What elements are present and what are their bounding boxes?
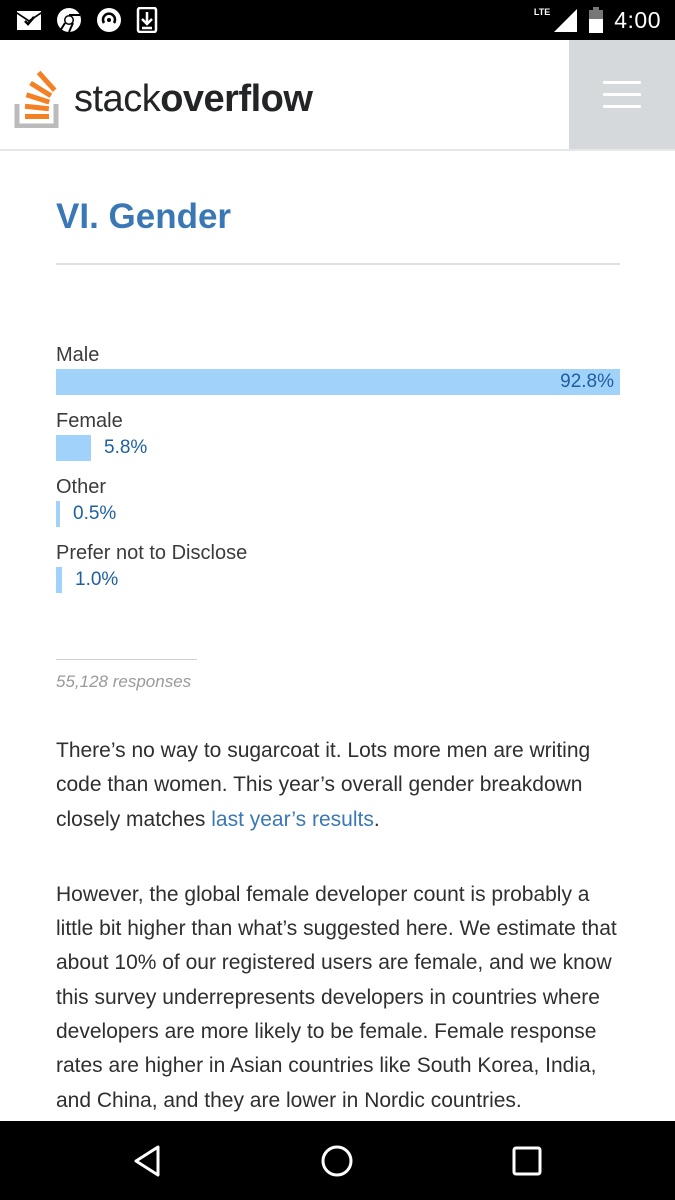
logo-wordmark: stackoverflow xyxy=(74,78,313,120)
hamburger-line xyxy=(603,93,641,96)
value-label: 0.5% xyxy=(73,503,117,524)
bar-track: 0.5% xyxy=(56,501,620,527)
recents-icon[interactable] xyxy=(507,1141,547,1181)
notification-icons xyxy=(16,6,158,34)
logo-text-bold: overflow xyxy=(160,78,313,120)
sync-icon xyxy=(97,8,121,32)
mail-check-icon xyxy=(17,11,41,30)
value-label: 1.0% xyxy=(75,569,119,590)
battery-icon xyxy=(589,7,604,33)
title-divider xyxy=(56,263,620,265)
value-label: 5.8% xyxy=(104,437,148,458)
back-icon[interactable] xyxy=(128,1141,168,1181)
category-label: Female xyxy=(56,410,123,432)
stackoverflow-logo[interactable]: stackoverflow xyxy=(14,62,313,128)
chart-row: Other 0.5% xyxy=(56,475,620,541)
bar xyxy=(56,567,62,593)
status-bar: LTE 4:00 xyxy=(0,0,675,40)
system-icons: LTE 4:00 xyxy=(534,4,661,36)
logo-text-light: stack xyxy=(74,78,161,120)
hamburger-line xyxy=(603,105,641,108)
network-type: LTE xyxy=(533,7,551,17)
chrome-icon xyxy=(57,8,81,33)
signal-icon xyxy=(554,9,578,32)
value-label: 92.8% xyxy=(560,371,614,392)
home-icon[interactable] xyxy=(317,1141,357,1181)
last-year-results-link[interactable]: last year’s results xyxy=(211,808,374,831)
clock: 4:00 xyxy=(614,6,661,33)
download-icon xyxy=(136,7,158,33)
hamburger-menu-icon xyxy=(603,81,641,84)
paragraph-1: There’s no way to sugarcoat it. Lots mor… xyxy=(56,734,620,837)
chart-row: Female 5.8% xyxy=(56,409,620,475)
bar xyxy=(56,435,91,461)
site-header: stackoverflow xyxy=(0,40,675,151)
paragraph-1-end: . xyxy=(373,807,380,831)
stack-logo-icon xyxy=(14,70,59,128)
chart-row: Male 92.8% xyxy=(56,343,620,409)
response-count: 55,128 responses xyxy=(56,672,192,691)
bar-track: 5.8% xyxy=(56,435,620,461)
bar-track: 1.0% xyxy=(56,567,620,593)
category-label: Other xyxy=(56,476,107,498)
category-label: Prefer not to Disclose xyxy=(56,542,248,564)
main-content: VI. Gender Male 92.8% Female 5.8% Other 0.5% P… xyxy=(56,150,620,1118)
responses-divider xyxy=(56,659,197,660)
page-title: VI. Gender xyxy=(56,197,232,236)
menu-button[interactable] xyxy=(569,40,675,149)
bar xyxy=(56,369,620,395)
paragraph-2: However, the global female developer cou… xyxy=(56,882,617,1112)
gender-bar-chart: Male 92.8% Female 5.8% Other 0.5% Prefer not t… xyxy=(56,343,620,607)
category-label: Male xyxy=(56,344,100,366)
bar xyxy=(56,501,60,527)
bar-track: 92.8% xyxy=(56,369,620,395)
chart-row: Prefer not to Disclose 1.0% xyxy=(56,541,620,607)
nav-bar xyxy=(0,1121,675,1200)
